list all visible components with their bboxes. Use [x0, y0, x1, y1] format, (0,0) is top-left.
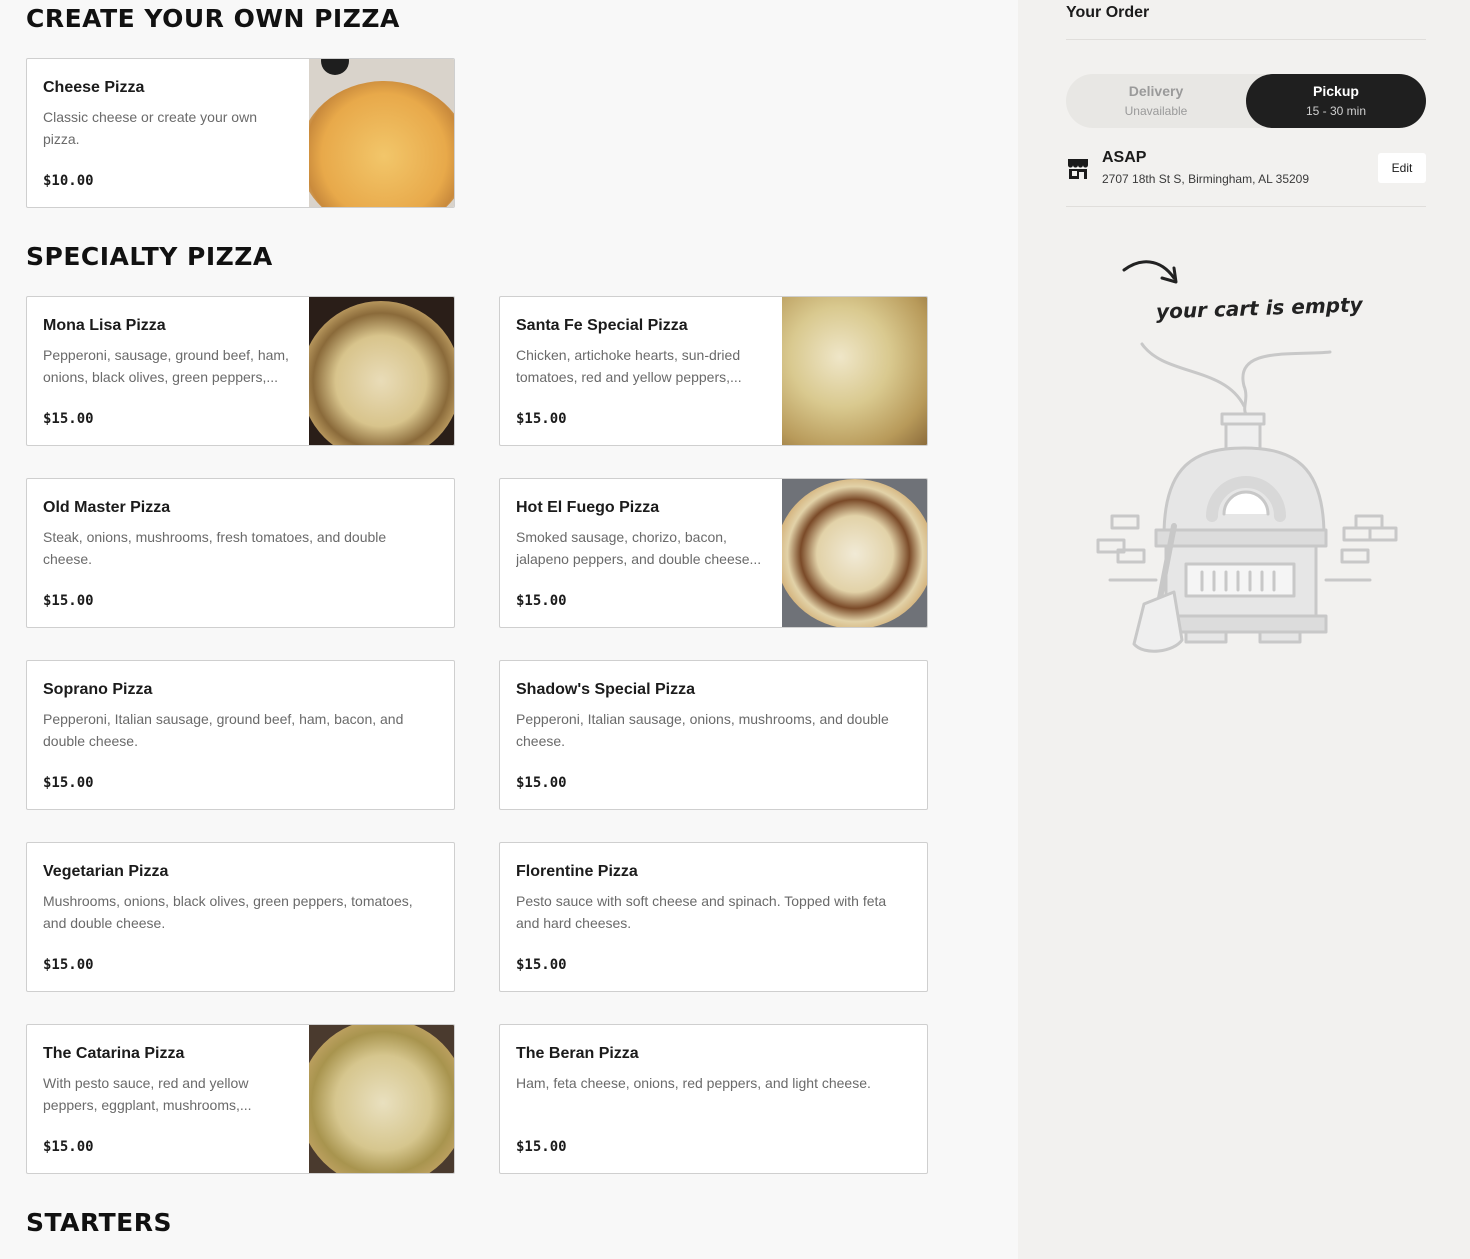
delivery-option[interactable]: Delivery Unavailable [1066, 74, 1246, 128]
menu-item-card[interactable]: Vegetarian Pizza Mushrooms, onions, blac… [26, 842, 455, 992]
item-name: Old Master Pizza [43, 499, 171, 516]
delivery-label: Delivery [1128, 83, 1184, 99]
item-name: Santa Fe Special Pizza [516, 317, 688, 334]
item-price: $15.00 [516, 411, 567, 427]
item-name: The Catarina Pizza [43, 1045, 185, 1062]
delivery-status: Unavailable [1124, 104, 1188, 118]
item-price: $15.00 [43, 411, 94, 427]
fulfillment-toggle: Delivery Unavailable Pickup 15 - 30 min [1066, 74, 1426, 128]
section-title-create-your-own: CREATE YOUR OWN PIZZA [26, 4, 400, 33]
edit-button[interactable]: Edit [1378, 153, 1426, 183]
item-description: Pesto sauce with soft cheese and spinach… [516, 893, 887, 931]
item-image [309, 1025, 454, 1173]
item-price: $15.00 [43, 775, 94, 791]
item-name: Vegetarian Pizza [43, 863, 169, 880]
section-title-specialty: SPECIALTY PIZZA [26, 242, 273, 271]
item-image [309, 297, 454, 445]
menu-item-card[interactable]: Florentine Pizza Pesto sauce with soft c… [499, 842, 928, 992]
item-name: Cheese Pizza [43, 79, 145, 96]
item-price: $15.00 [43, 957, 94, 973]
item-image [782, 479, 927, 627]
menu-item-card[interactable]: Old Master Pizza Steak, onions, mushroom… [26, 478, 455, 628]
pizza-oven-illustration [1096, 342, 1398, 653]
menu-item-card[interactable]: Cheese Pizza Classic cheese or create yo… [26, 58, 455, 208]
item-name: Shadow's Special Pizza [516, 681, 695, 698]
item-description: Pepperoni, sausage, ground beef, ham, on… [43, 347, 289, 385]
pickup-option[interactable]: Pickup 15 - 30 min [1246, 74, 1426, 128]
item-price: $10.00 [43, 173, 94, 189]
item-name: Mona Lisa Pizza [43, 317, 166, 334]
item-name: Soprano Pizza [43, 681, 153, 698]
item-description: With pesto sauce, red and yellow peppers… [43, 1075, 252, 1113]
item-description: Pepperoni, Italian sausage, onions, mush… [516, 711, 889, 749]
pickup-label: Pickup [1313, 83, 1359, 99]
item-name: Florentine Pizza [516, 863, 638, 880]
order-title: Your Order [1066, 4, 1150, 21]
menu-item-card[interactable]: Shadow's Special Pizza Pepperoni, Italia… [499, 660, 928, 810]
item-description: Ham, feta cheese, onions, red peppers, a… [516, 1075, 871, 1091]
item-price: $15.00 [516, 957, 567, 973]
item-description: Mushrooms, onions, black olives, green p… [43, 893, 413, 931]
item-description: Chicken, artichoke hearts, sun-dried tom… [516, 347, 742, 385]
item-image [309, 59, 454, 207]
menu-list: CREATE YOUR OWN PIZZA Cheese Pizza Class… [26, 0, 966, 1259]
item-price: $15.00 [43, 1139, 94, 1155]
empty-cart-text: your cart is empty [1155, 292, 1363, 324]
menu-item-card[interactable]: Hot El Fuego Pizza Smoked sausage, chori… [499, 478, 928, 628]
arrow-icon [1122, 260, 1178, 284]
item-description: Classic cheese or create your own pizza. [43, 109, 257, 147]
item-name: Hot El Fuego Pizza [516, 499, 660, 516]
section-title-starters: STARTERS [26, 1208, 172, 1237]
item-name: The Beran Pizza [516, 1045, 639, 1062]
item-price: $15.00 [516, 775, 567, 791]
item-price: $15.00 [516, 593, 567, 609]
order-sidebar: Your Order Delivery Unavailable Pickup 1… [1018, 0, 1470, 1259]
item-price: $15.00 [516, 1139, 567, 1155]
menu-item-card[interactable]: The Catarina Pizza With pesto sauce, red… [26, 1024, 455, 1174]
menu-item-card[interactable]: Santa Fe Special Pizza Chicken, artichok… [499, 296, 928, 446]
divider [1066, 39, 1426, 40]
pickup-time-label: ASAP [1102, 149, 1147, 166]
store-address: 2707 18th St S, Birmingham, AL 35209 [1102, 172, 1310, 186]
item-description: Smoked sausage, chorizo, bacon, jalapeno… [516, 529, 762, 567]
item-description: Steak, onions, mushrooms, fresh tomatoes… [43, 529, 387, 567]
menu-item-card[interactable]: Soprano Pizza Pepperoni, Italian sausage… [26, 660, 455, 810]
item-description: Pepperoni, Italian sausage, ground beef,… [43, 711, 404, 749]
item-image [782, 297, 927, 445]
menu-item-card[interactable]: Mona Lisa Pizza Pepperoni, sausage, grou… [26, 296, 455, 446]
divider [1066, 206, 1426, 207]
item-price: $15.00 [43, 593, 94, 609]
pickup-time: 15 - 30 min [1305, 104, 1367, 118]
store-icon [1068, 159, 1088, 179]
menu-item-card[interactable]: The Beran Pizza Ham, feta cheese, onions… [499, 1024, 928, 1174]
